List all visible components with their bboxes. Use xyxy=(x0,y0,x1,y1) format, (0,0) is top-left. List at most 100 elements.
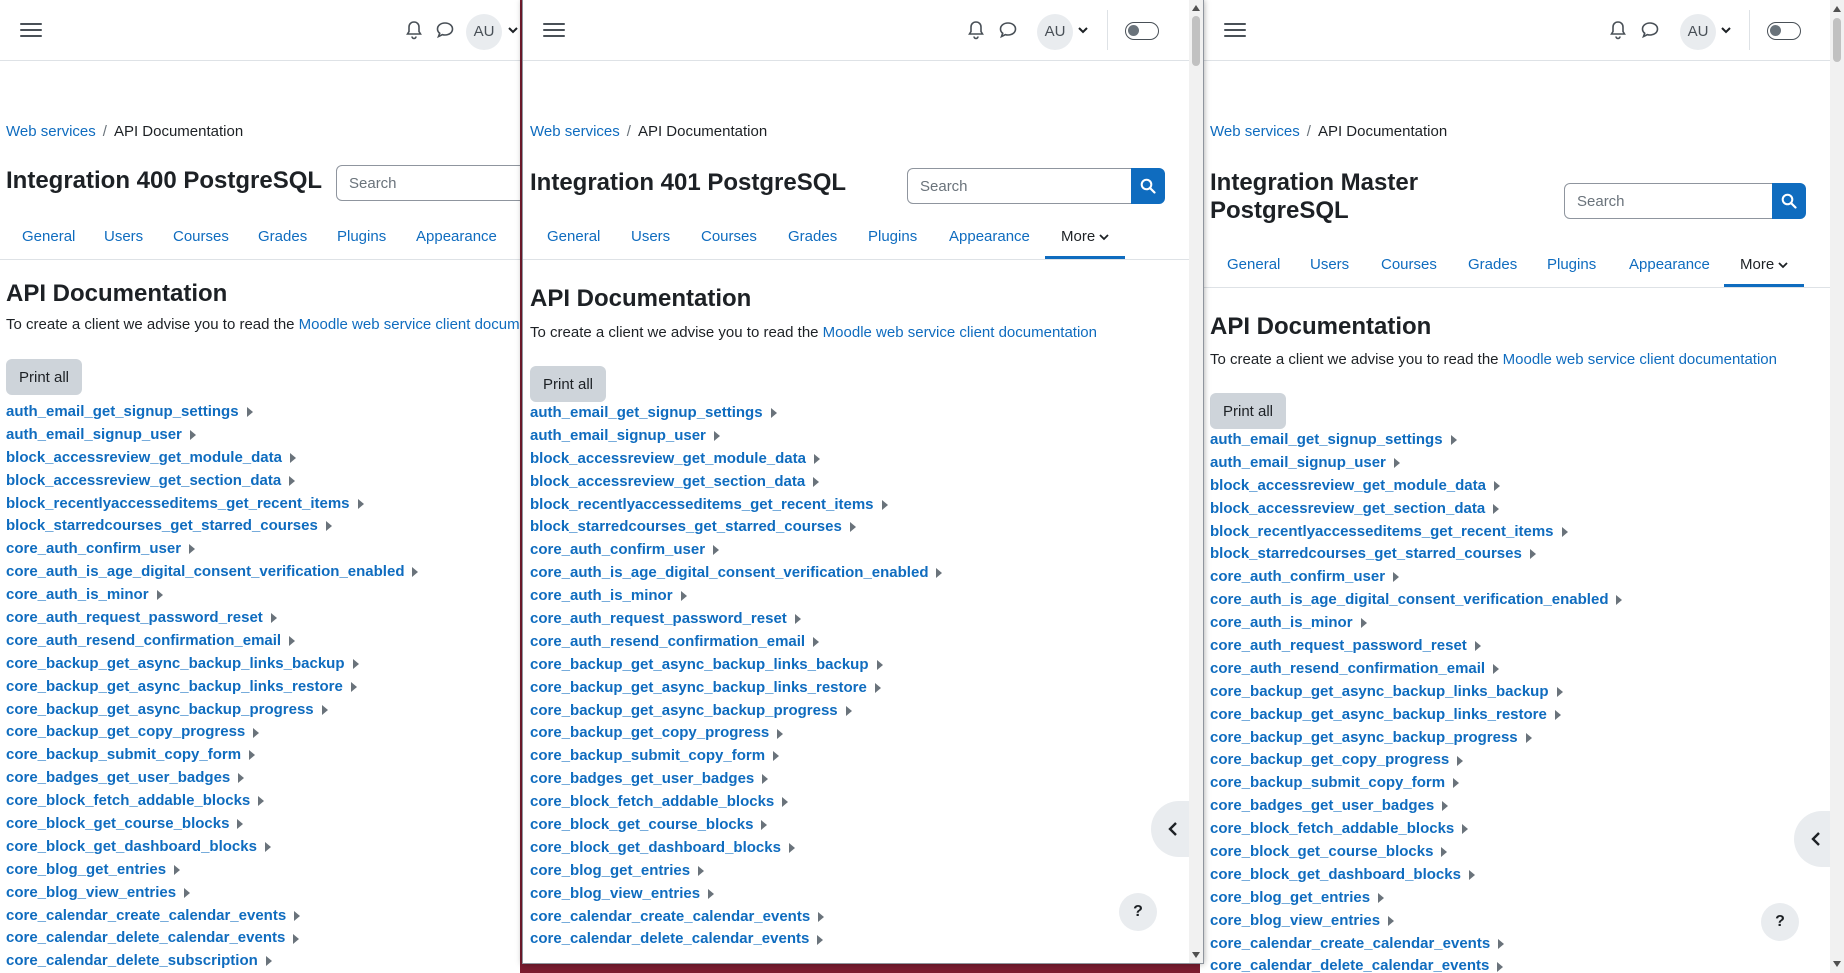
function-link[interactable]: core_block_get_dashboard_blocks xyxy=(1210,866,1461,883)
function-link[interactable]: core_backup_get_async_backup_links_backu… xyxy=(6,655,345,672)
avatar[interactable]: AU xyxy=(1037,14,1073,50)
tab-general[interactable]: General xyxy=(1227,247,1280,287)
bell-icon[interactable] xyxy=(405,20,423,40)
function-link[interactable]: auth_email_get_signup_settings xyxy=(6,403,239,420)
caret-right-icon[interactable] xyxy=(817,934,824,945)
function-link[interactable]: core_auth_is_age_digital_consent_verific… xyxy=(6,563,404,580)
tab-more[interactable]: More xyxy=(1724,247,1805,287)
avatar[interactable]: AU xyxy=(466,14,502,50)
function-link[interactable]: core_backup_get_copy_progress xyxy=(6,723,245,740)
caret-right-icon[interactable] xyxy=(1388,915,1395,926)
scroll-down-arrow[interactable] xyxy=(1833,961,1841,967)
function-link[interactable]: core_backup_submit_copy_form xyxy=(530,747,765,764)
search-button[interactable] xyxy=(1772,183,1806,219)
scroll-down-arrow[interactable] xyxy=(1192,952,1200,958)
caret-right-icon[interactable] xyxy=(1393,572,1400,583)
function-link[interactable]: core_auth_is_age_digital_consent_verific… xyxy=(530,564,928,581)
edit-mode-toggle[interactable] xyxy=(1767,22,1801,40)
caret-right-icon[interactable] xyxy=(1441,847,1448,858)
client-docs-link[interactable]: Moodle web service client documentation xyxy=(1503,351,1777,368)
function-link[interactable]: auth_email_signup_user xyxy=(6,426,182,443)
search-input[interactable] xyxy=(1564,183,1775,219)
breadcrumb-link-web-services[interactable]: Web services xyxy=(6,123,96,140)
caret-right-icon[interactable] xyxy=(352,658,359,669)
function-link[interactable]: core_block_fetch_addable_blocks xyxy=(1210,820,1454,837)
function-link[interactable]: core_block_fetch_addable_blocks xyxy=(6,792,250,809)
caret-right-icon[interactable] xyxy=(265,956,272,967)
function-link[interactable]: block_starredcourses_get_starred_courses xyxy=(6,517,318,534)
caret-right-icon[interactable] xyxy=(708,888,715,899)
tab-courses[interactable]: Courses xyxy=(701,219,757,259)
function-link[interactable]: core_backup_get_async_backup_links_backu… xyxy=(1210,683,1549,700)
caret-right-icon[interactable] xyxy=(412,567,419,578)
caret-right-icon[interactable] xyxy=(325,521,332,532)
caret-right-icon[interactable] xyxy=(189,544,196,555)
function-link[interactable]: core_badges_get_user_badges xyxy=(1210,797,1434,814)
function-link[interactable]: auth_email_signup_user xyxy=(530,427,706,444)
print-all-button[interactable]: Print all xyxy=(6,359,83,395)
caret-right-icon[interactable] xyxy=(237,819,244,830)
caret-right-icon[interactable] xyxy=(874,682,881,693)
function-link[interactable]: core_backup_get_async_backup_progress xyxy=(530,702,838,719)
function-link[interactable]: core_auth_request_password_reset xyxy=(1210,637,1467,654)
function-link[interactable]: core_calendar_delete_subscription xyxy=(6,952,258,969)
function-link[interactable]: core_backup_get_async_backup_links_resto… xyxy=(530,679,867,696)
caret-right-icon[interactable] xyxy=(1493,480,1500,491)
caret-right-icon[interactable] xyxy=(174,864,181,875)
menu-icon[interactable] xyxy=(543,19,565,39)
function-link[interactable]: block_recentlyaccesseditems_get_recent_i… xyxy=(1210,523,1554,540)
caret-right-icon[interactable] xyxy=(813,476,820,487)
caret-right-icon[interactable] xyxy=(1457,755,1464,766)
chat-icon[interactable] xyxy=(1640,20,1660,40)
tab-appearance[interactable]: Appearance xyxy=(1629,247,1710,287)
function-link[interactable]: core_block_get_dashboard_blocks xyxy=(530,839,781,856)
function-link[interactable]: block_recentlyaccesseditems_get_recent_i… xyxy=(530,496,874,513)
scrollbar[interactable] xyxy=(1189,0,1203,963)
function-link[interactable]: core_blog_get_entries xyxy=(1210,889,1370,906)
caret-right-icon[interactable] xyxy=(1393,457,1400,468)
caret-right-icon[interactable] xyxy=(1561,526,1568,537)
function-link[interactable]: block_accessreview_get_module_data xyxy=(6,449,282,466)
caret-right-icon[interactable] xyxy=(156,590,163,601)
menu-icon[interactable] xyxy=(20,19,42,39)
function-link[interactable]: core_calendar_create_calendar_events xyxy=(6,907,286,924)
function-link[interactable]: core_calendar_delete_calendar_events xyxy=(530,930,809,947)
function-link[interactable]: core_backup_get_copy_progress xyxy=(530,724,769,741)
client-docs-link[interactable]: Moodle web service client documentation xyxy=(823,324,1097,341)
caret-right-icon[interactable] xyxy=(258,796,265,807)
tab-appearance[interactable]: Appearance xyxy=(949,219,1030,259)
caret-right-icon[interactable] xyxy=(238,773,245,784)
breadcrumb-link-web-services[interactable]: Web services xyxy=(1210,123,1300,140)
function-link[interactable]: core_auth_is_minor xyxy=(1210,614,1353,631)
caret-right-icon[interactable] xyxy=(350,681,357,692)
caret-right-icon[interactable] xyxy=(1474,641,1481,652)
scroll-up-arrow[interactable] xyxy=(1192,5,1200,11)
caret-right-icon[interactable] xyxy=(813,453,820,464)
tab-general[interactable]: General xyxy=(22,219,75,259)
function-link[interactable]: auth_email_get_signup_settings xyxy=(530,404,763,421)
breadcrumb-link-web-services[interactable]: Web services xyxy=(530,123,620,140)
caret-right-icon[interactable] xyxy=(264,841,271,852)
edit-mode-toggle[interactable] xyxy=(1125,22,1159,40)
tab-grades[interactable]: Grades xyxy=(1468,247,1517,287)
function-link[interactable]: core_backup_get_async_backup_links_resto… xyxy=(6,678,343,695)
caret-right-icon[interactable] xyxy=(788,842,795,853)
function-link[interactable]: block_accessreview_get_module_data xyxy=(530,450,806,467)
function-link[interactable]: core_backup_get_async_backup_links_resto… xyxy=(1210,706,1547,723)
chevron-down-icon[interactable] xyxy=(1721,25,1731,35)
caret-right-icon[interactable] xyxy=(881,499,888,510)
caret-right-icon[interactable] xyxy=(782,797,789,808)
tab-courses[interactable]: Courses xyxy=(173,219,229,259)
search-input[interactable] xyxy=(336,165,520,201)
caret-right-icon[interactable] xyxy=(253,727,260,738)
print-all-button[interactable]: Print all xyxy=(1210,393,1287,429)
function-link[interactable]: core_block_get_dashboard_blocks xyxy=(6,838,257,855)
chevron-down-icon[interactable] xyxy=(508,25,518,35)
scroll-thumb[interactable] xyxy=(1833,18,1841,62)
caret-right-icon[interactable] xyxy=(713,545,720,556)
caret-right-icon[interactable] xyxy=(770,408,777,419)
caret-right-icon[interactable] xyxy=(246,407,253,418)
bell-icon[interactable] xyxy=(967,20,985,40)
search-input[interactable] xyxy=(907,168,1135,204)
tab-grades[interactable]: Grades xyxy=(258,219,307,259)
